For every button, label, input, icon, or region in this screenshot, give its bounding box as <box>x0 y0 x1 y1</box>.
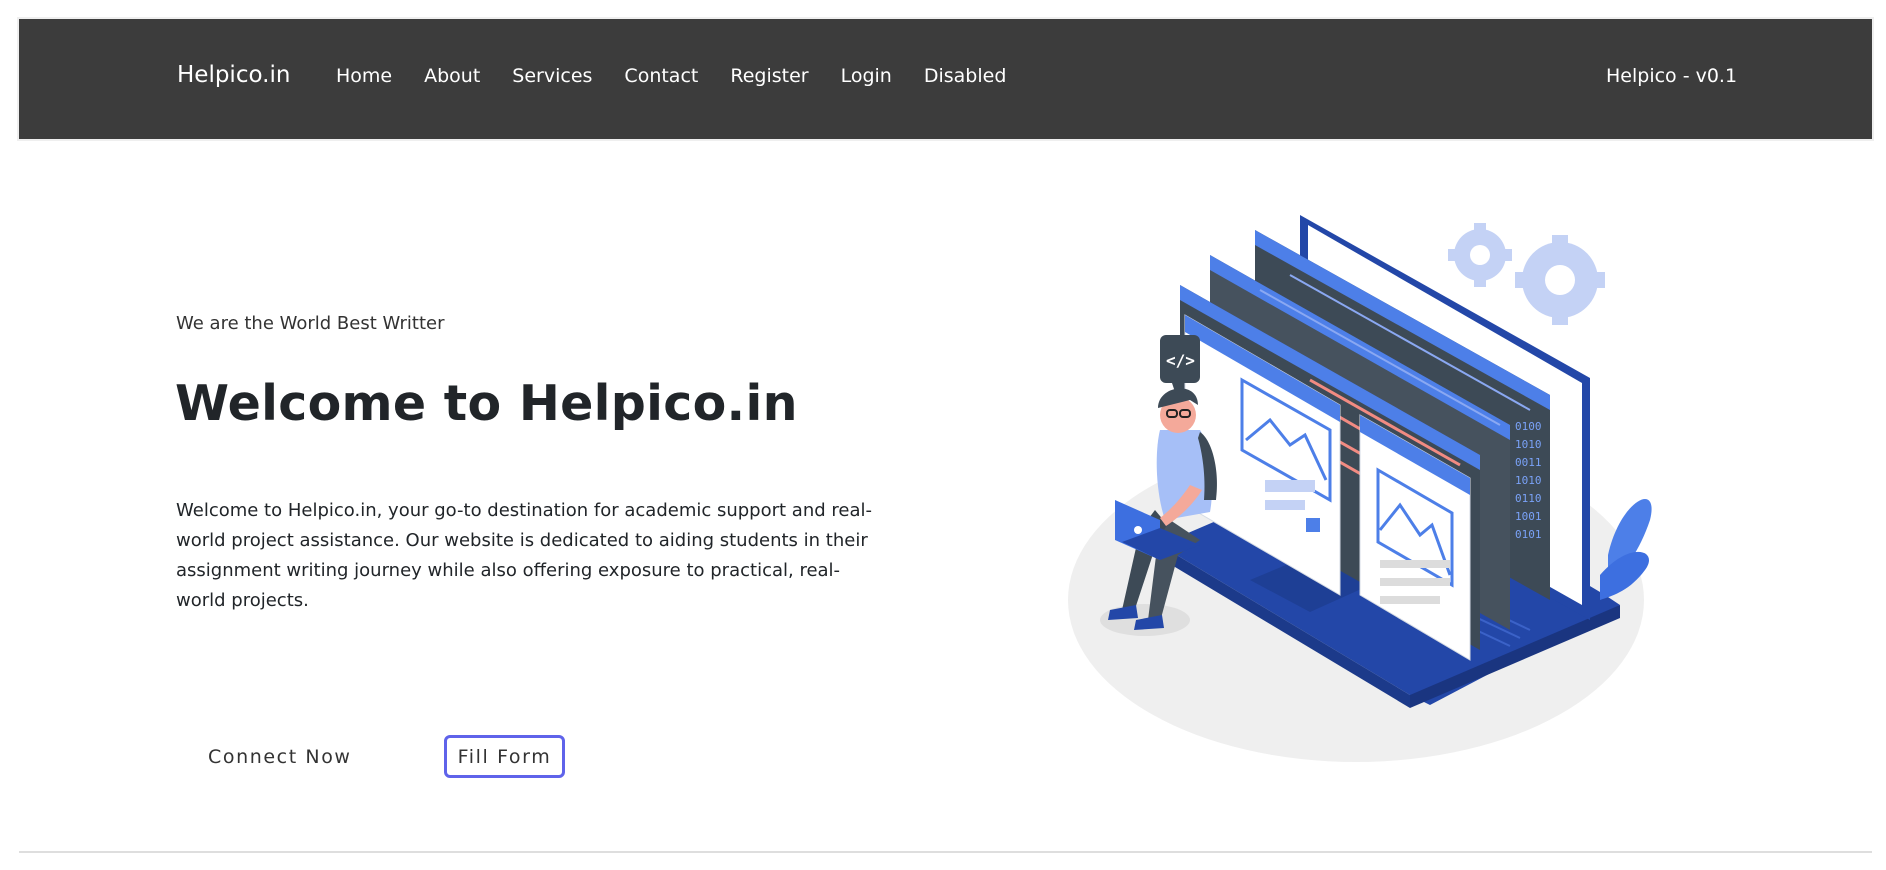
nav-link-register[interactable]: Register <box>714 65 824 87</box>
nav-links: Home About Services Contact Register Log… <box>336 65 1022 87</box>
page: Helpico.in Home About Services Contact R… <box>0 0 1886 870</box>
nav-link-about[interactable]: About <box>408 65 496 87</box>
svg-text:1010: 1010 <box>1515 474 1542 487</box>
navbar: Helpico.in Home About Services Contact R… <box>19 19 1872 139</box>
connect-now-button[interactable]: Connect Now <box>190 736 370 778</box>
nav-link-contact[interactable]: Contact <box>608 65 714 87</box>
nav-link-home[interactable]: Home <box>336 65 408 87</box>
fill-form-button[interactable]: Fill Form <box>444 735 565 778</box>
nav-link-services[interactable]: Services <box>496 65 608 87</box>
nav-link-disabled[interactable]: Disabled <box>908 65 1023 87</box>
bottom-divider <box>19 851 1872 853</box>
nav-link-login[interactable]: Login <box>825 65 908 87</box>
frame-top <box>0 0 1886 19</box>
svg-text:0110: 0110 <box>1515 492 1542 505</box>
svg-text:0011: 0011 <box>1515 456 1542 469</box>
hero-tagline: We are the World Best Writter <box>176 313 445 334</box>
developer-laptop-illustration-icon: 0100 1010 0011 1010 0110 1001 0101 </> <box>1068 215 1652 762</box>
hero-description: Welcome to Helpico.in, your go-to destin… <box>176 500 872 611</box>
svg-text:</>: </> <box>1166 351 1195 370</box>
svg-text:1010: 1010 <box>1515 438 1542 451</box>
svg-text:1001: 1001 <box>1515 510 1542 523</box>
version-label: Helpico - v0.1 <box>1606 65 1738 87</box>
svg-text:0101: 0101 <box>1515 528 1542 541</box>
brand-link[interactable]: Helpico.in <box>177 62 290 88</box>
svg-text:0100: 0100 <box>1515 420 1542 433</box>
hero-title: Welcome to Helpico.in <box>175 375 798 432</box>
